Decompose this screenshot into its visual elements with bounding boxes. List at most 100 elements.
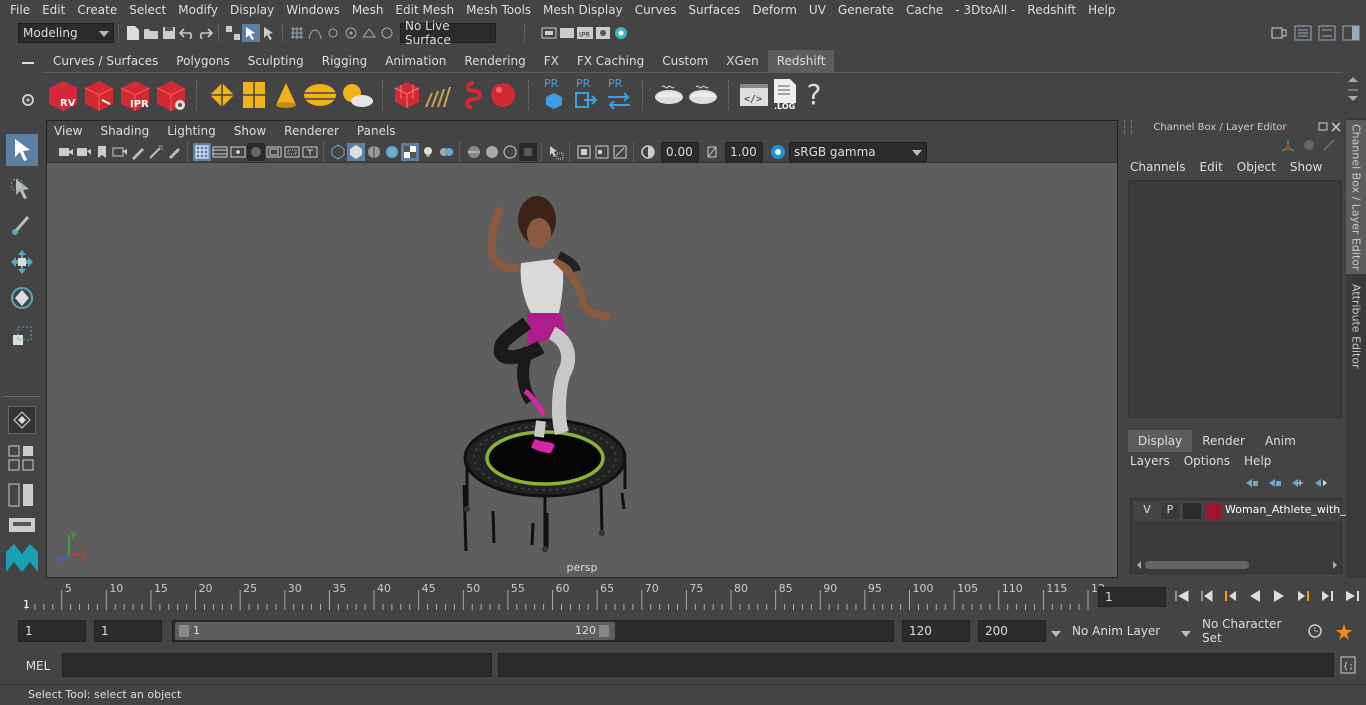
hypershade-icon[interactable]	[612, 24, 630, 42]
play-backwards-icon[interactable]	[1248, 589, 1262, 606]
shelf-tab-animation[interactable]: Animation	[376, 50, 455, 72]
safe-action-icon[interactable]	[283, 143, 301, 161]
char-set-arrow-icon[interactable]	[1180, 627, 1192, 641]
move-layer-down-icon[interactable]	[1267, 476, 1283, 492]
redshift-area-light-icon[interactable]	[238, 79, 270, 111]
textures-icon[interactable]	[383, 143, 401, 161]
camera-select-icon[interactable]	[57, 143, 75, 161]
grid-toggle-icon[interactable]	[193, 142, 211, 161]
layer-tab-anim[interactable]: Anim	[1255, 430, 1306, 452]
menu-modify[interactable]: Modify	[172, 3, 224, 17]
channel-menu-edit[interactable]: Edit	[1200, 160, 1223, 178]
tab-channel-box[interactable]: Channel Box / Layer Editor	[1346, 120, 1366, 274]
go-to-start-icon[interactable]	[1174, 589, 1190, 606]
hyper-icon[interactable]	[1322, 138, 1336, 156]
redshift-proxy-icon[interactable]	[392, 79, 422, 111]
open-scene-icon[interactable]	[142, 24, 160, 42]
redshift-sphere-icon[interactable]	[486, 79, 520, 111]
snap-view-icon[interactable]	[342, 24, 360, 42]
layer-name[interactable]: Woman_Athlete_with_	[1225, 503, 1346, 516]
shadows-icon[interactable]	[437, 143, 455, 161]
shelf-scroll-arrows[interactable]	[1346, 74, 1360, 110]
shelf-menu-icon[interactable]	[18, 54, 38, 72]
viewport-menu-lighting[interactable]: Lighting	[158, 124, 225, 138]
redshift-light-icon[interactable]	[206, 79, 238, 111]
select-tool-icon[interactable]	[6, 134, 38, 166]
undo-icon[interactable]	[178, 24, 196, 42]
redshift-settings-icon[interactable]	[154, 78, 188, 112]
shelf-tab-rendering[interactable]: Rendering	[455, 50, 534, 72]
layer-menu-layers[interactable]: Layers	[1130, 454, 1170, 472]
paint-select-icon[interactable]	[6, 208, 38, 240]
lasso-tool-icon[interactable]	[6, 172, 38, 204]
redshift-render-view-icon[interactable]: RV	[46, 78, 80, 112]
menu-uv[interactable]: UV	[803, 3, 832, 17]
shelf-tab-xgen[interactable]: XGen	[717, 50, 768, 72]
menu-create[interactable]: Create	[71, 3, 123, 17]
menu-windows[interactable]: Windows	[280, 3, 346, 17]
shelf-tab-custom[interactable]: Custom	[653, 50, 717, 72]
redshift-shader-ball-icon[interactable]	[652, 79, 686, 111]
motion-blur-icon[interactable]	[483, 143, 501, 161]
smooth-shade-icon[interactable]	[347, 142, 365, 161]
menu-redshift[interactable]: Redshift	[1021, 3, 1082, 17]
select-object-icon[interactable]	[242, 24, 260, 42]
tool-settings-toggle-icon[interactable]	[1318, 24, 1336, 42]
layout-split-icon[interactable]	[8, 482, 36, 508]
shelf-tab-sculpting[interactable]: Sculpting	[239, 50, 313, 72]
current-frame-field[interactable]: 1	[1098, 587, 1166, 607]
tab-attribute-editor[interactable]: Attribute Editor	[1346, 278, 1366, 374]
viewport-menu-panels[interactable]: Panels	[348, 124, 405, 138]
frame-selection-icon[interactable]	[593, 143, 611, 161]
redshift-hair-icon[interactable]	[422, 79, 456, 111]
new-layer-icon[interactable]	[1290, 476, 1306, 492]
move-layer-up-icon[interactable]	[1244, 476, 1260, 492]
isolate-select-icon[interactable]	[547, 143, 565, 161]
pr-export-icon[interactable]: PR	[570, 77, 602, 113]
antialiasing-icon[interactable]	[501, 143, 519, 161]
select-hierarchy-icon[interactable]	[224, 24, 242, 42]
menu-select[interactable]: Select	[123, 3, 172, 17]
channel-menu-object[interactable]: Object	[1237, 160, 1276, 178]
layout-quad-icon[interactable]	[8, 444, 36, 474]
attribute-editor-toggle-icon[interactable]	[1294, 24, 1312, 42]
channel-list[interactable]	[1128, 180, 1342, 418]
playback-start-field[interactable]: 1	[94, 620, 162, 642]
xray-icon[interactable]	[401, 142, 419, 161]
zoom-to-fit-icon[interactable]	[611, 143, 629, 161]
layer-color-swatch[interactable]	[1205, 503, 1221, 519]
menu-display[interactable]: Display	[224, 3, 280, 17]
viewport-menu-shading[interactable]: Shading	[91, 124, 158, 138]
channel-menu-show[interactable]: Show	[1290, 160, 1322, 178]
ambient-occlusion-icon[interactable]	[465, 143, 483, 161]
menu-cache[interactable]: Cache	[900, 3, 949, 17]
depth-of-field-icon[interactable]	[519, 142, 537, 161]
grease-pencil-icon[interactable]	[129, 143, 147, 161]
new-scene-icon[interactable]	[124, 24, 142, 42]
anim-layer-arrow-icon[interactable]	[1050, 627, 1062, 641]
layer-tab-render[interactable]: Render	[1192, 430, 1255, 452]
layer-playback-toggle[interactable]: P	[1161, 503, 1179, 519]
live-surface-icon[interactable]	[378, 24, 396, 42]
layer-menu-options[interactable]: Options	[1184, 454, 1230, 472]
range-track[interactable]: 1 120	[172, 620, 894, 642]
redo-icon[interactable]	[196, 24, 214, 42]
layer-menu-help[interactable]: Help	[1244, 454, 1271, 472]
gamma-icon[interactable]	[703, 143, 721, 161]
snap-curve-icon[interactable]	[306, 24, 324, 42]
anim-prefs-icon[interactable]	[1334, 622, 1354, 643]
redshift-shader-ball2-icon[interactable]	[686, 79, 720, 111]
exposure-field[interactable]: 0.00	[661, 141, 699, 162]
resolution-gate-icon[interactable]	[229, 143, 247, 161]
camera-attributes-icon[interactable]	[75, 143, 93, 161]
speed-icon[interactable]	[1302, 138, 1316, 156]
move-tool-icon[interactable]	[6, 246, 38, 278]
scene-end-field[interactable]: 200	[978, 620, 1046, 642]
layer-tab-display[interactable]: Display	[1128, 430, 1193, 452]
command-input[interactable]	[62, 653, 492, 677]
image-plane-icon[interactable]	[111, 143, 129, 161]
list-item[interactable]: V P Woman_Athlete_with_	[1133, 501, 1346, 521]
script-editor-icon[interactable]: {;}	[1340, 656, 1359, 677]
workspace-icon[interactable]	[1270, 24, 1288, 42]
shelf-tab-fx[interactable]: FX	[535, 50, 568, 72]
